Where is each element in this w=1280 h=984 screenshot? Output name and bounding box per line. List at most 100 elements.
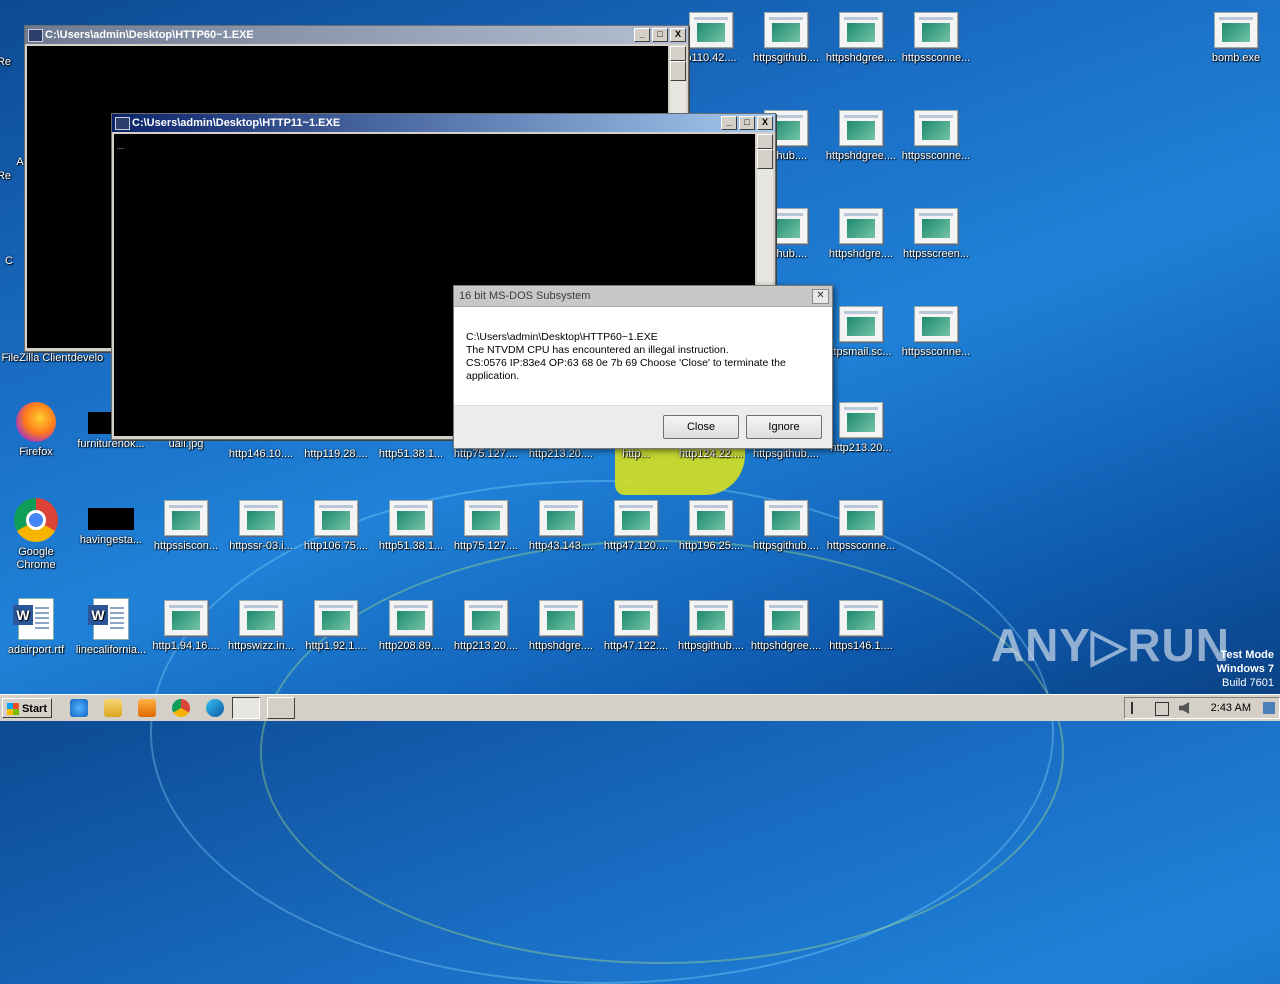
- window-controls: _ □ X: [634, 28, 686, 42]
- dialog-close-button[interactable]: ✕: [812, 289, 829, 304]
- html-file-icon: [389, 500, 433, 536]
- start-button[interactable]: Start: [2, 698, 52, 718]
- desktop-icon[interactable]: http75.127....: [450, 500, 522, 553]
- desktop-icon[interactable]: bomb.exe: [1200, 12, 1272, 65]
- scroll-up-arrow[interactable]: [757, 134, 773, 149]
- desktop-icon[interactable]: httpshdgre....: [825, 208, 897, 261]
- desktop-icon[interactable]: http124.22....: [675, 448, 747, 461]
- desktop-icon[interactable]: http213.20...: [825, 402, 897, 455]
- ignore-button[interactable]: Ignore: [746, 415, 822, 439]
- desktop-icon[interactable]: http1.94.16....: [150, 600, 222, 653]
- desktop-icon[interactable]: havingesta...: [75, 498, 147, 547]
- desktop-icon[interactable]: httpsgithub....: [750, 12, 822, 65]
- ntvdm-error-dialog[interactable]: 16 bit MS-DOS Subsystem ✕ C:\Users\admin…: [453, 285, 833, 449]
- desktop-icon[interactable]: linecalifornia...: [75, 598, 147, 657]
- desktop-icon[interactable]: develo: [62, 352, 112, 365]
- minimize-button[interactable]: _: [721, 116, 737, 130]
- desktop-icon[interactable]: httpshdgree....: [750, 600, 822, 653]
- html-file-icon: [689, 600, 733, 636]
- html-file-icon: [464, 600, 508, 636]
- desktop-icon[interactable]: httpswizz.in...: [225, 600, 297, 653]
- volume-icon[interactable]: [1179, 702, 1189, 714]
- desktop-icon[interactable]: http1.92.1....: [300, 600, 372, 653]
- desktop-icon[interactable]: http51.38.1...: [375, 500, 447, 553]
- word-document-icon: [13, 598, 54, 640]
- desktop-icon[interactable]: httpssconne...: [825, 500, 897, 553]
- desktop-icon[interactable]: https146.1....: [825, 600, 897, 653]
- scroll-up-arrow[interactable]: [670, 46, 686, 61]
- chrome-icon[interactable]: [172, 699, 190, 717]
- desktop-icon[interactable]: httpsgithub....: [750, 448, 822, 461]
- desktop-icon[interactable]: http119.28....: [300, 448, 372, 461]
- desktop-icon[interactable]: adairport.rtf: [0, 598, 72, 657]
- desktop-icon[interactable]: http47.122....: [600, 600, 672, 653]
- word-document-icon: [88, 598, 129, 640]
- desktop-icon[interactable]: ttpsmail.sc...: [825, 306, 897, 359]
- desktop-icon[interactable]: httpsgithub....: [750, 500, 822, 553]
- html-file-icon: [689, 500, 733, 536]
- desktop-icon[interactable]: http75.127....: [450, 448, 522, 461]
- desktop-icon[interactable]: http208.89....: [375, 600, 447, 653]
- edge-icon[interactable]: [206, 699, 224, 717]
- system-clock[interactable]: 2:43 AM: [1211, 702, 1251, 714]
- desktop-icon[interactable]: http196.25....: [675, 500, 747, 553]
- internet-explorer-icon[interactable]: [70, 699, 88, 717]
- desktop-icon[interactable]: http51.38.1...: [375, 448, 447, 461]
- desktop-icon[interactable]: httpssconne...: [900, 12, 972, 65]
- desktop-icon-firefox[interactable]: Firefox: [0, 402, 72, 459]
- maximize-button[interactable]: □: [739, 116, 755, 130]
- html-file-icon: [839, 600, 883, 636]
- taskbar-window-app[interactable]: [267, 697, 295, 719]
- media-player-icon[interactable]: [138, 699, 156, 717]
- dialog-message: C:\Users\admin\Desktop\HTTP60~1.EXE The …: [454, 307, 832, 407]
- html-file-icon: [914, 110, 958, 146]
- html-file-icon: [839, 306, 883, 342]
- windows-logo-icon: [7, 703, 19, 715]
- html-file-icon: [239, 500, 283, 536]
- network-icon[interactable]: [1155, 702, 1169, 716]
- console-icon: [115, 117, 130, 130]
- scroll-thumb[interactable]: [757, 149, 773, 169]
- show-desktop-icon[interactable]: [1263, 702, 1275, 714]
- html-file-icon: [689, 12, 733, 48]
- minimize-button[interactable]: _: [634, 28, 650, 42]
- taskbar-console-app[interactable]: [232, 697, 260, 719]
- window-title-bar[interactable]: C:\Users\admin\Desktop\HTTP11~1.EXE _ □ …: [112, 114, 775, 132]
- desktop-icon[interactable]: http146.10....: [225, 448, 297, 461]
- html-file-icon: [914, 306, 958, 342]
- desktop-icon[interactable]: http43.143....: [525, 500, 597, 553]
- desktop-icon[interactable]: httpsgithub....: [675, 600, 747, 653]
- dialog-title-bar[interactable]: 16 bit MS-DOS Subsystem ✕: [454, 286, 832, 307]
- desktop-icon[interactable]: http47.120....: [600, 500, 672, 553]
- desktop-icon[interactable]: http213.20....: [450, 600, 522, 653]
- close-button[interactable]: X: [670, 28, 686, 42]
- desktop-icon-chrome[interactable]: Google Chrome: [0, 498, 72, 572]
- desktop-icon[interactable]: http106.75....: [300, 500, 372, 553]
- window-title-bar[interactable]: C:\Users\admin\Desktop\HTTP60~1.EXE _ □ …: [25, 26, 688, 44]
- desktop-icon[interactable]: httpshdgre....: [525, 600, 597, 653]
- html-file-icon: [839, 12, 883, 48]
- desktop-icon[interactable]: httpssr-03.i...: [225, 500, 297, 553]
- firefox-icon: [16, 402, 56, 442]
- desktop-icon[interactable]: httpshdgree....: [825, 12, 897, 65]
- close-button[interactable]: X: [757, 116, 773, 130]
- desktop-icon[interactable]: httpshdgree....: [825, 110, 897, 163]
- html-file-icon: [539, 500, 583, 536]
- maximize-button[interactable]: □: [652, 28, 668, 42]
- desktop-icon[interactable]: httpsscreen...: [900, 208, 972, 261]
- desktop-icon[interactable]: httpssconne...: [900, 110, 972, 163]
- desktop-icon[interactable]: http213.20....: [525, 448, 597, 461]
- file-explorer-icon[interactable]: [104, 699, 122, 717]
- test-mode-notice: Test Mode Windows 7 Build 7601: [1216, 649, 1274, 689]
- system-tray: 2:43 AM: [1124, 697, 1280, 719]
- desktop-icon[interactable]: httpssconne...: [900, 306, 972, 359]
- html-file-icon: [539, 600, 583, 636]
- desktop-icon[interactable]: httpssiscon...: [150, 500, 222, 553]
- desktop-icon[interactable]: http...: [600, 448, 672, 461]
- html-file-icon: [764, 12, 808, 48]
- html-file-icon: [314, 600, 358, 636]
- action-center-flag-icon[interactable]: [1131, 702, 1143, 714]
- dialog-message-path: C:\Users\admin\Desktop\HTTP60~1.EXE: [466, 331, 658, 343]
- scroll-thumb[interactable]: [670, 61, 686, 81]
- close-button[interactable]: Close: [663, 415, 739, 439]
